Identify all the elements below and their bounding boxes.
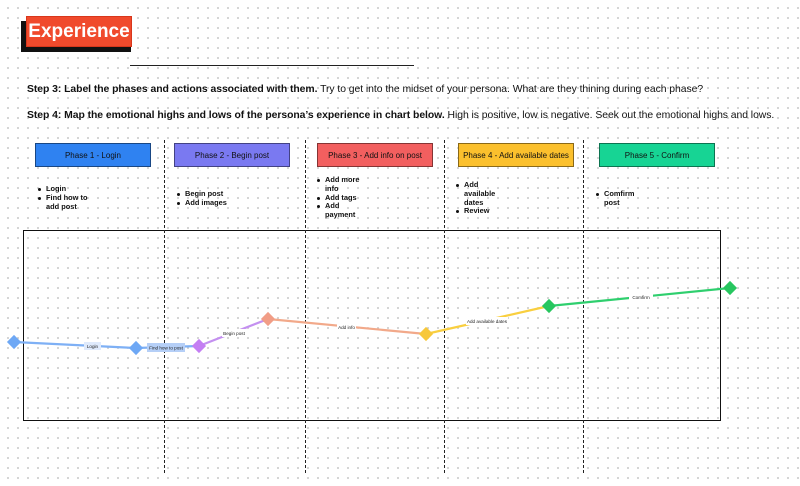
label-find-how: Find how to post xyxy=(149,346,183,351)
marker-begin-post xyxy=(260,311,276,327)
label-add-dates: Add available dates xyxy=(467,319,508,324)
label-confirm: Comfirm xyxy=(632,295,650,300)
marker-find-how xyxy=(191,338,207,354)
label-login: Login xyxy=(87,344,99,349)
marker-add-info xyxy=(418,326,434,342)
label-add-info: Add info xyxy=(338,325,355,330)
marker-start xyxy=(6,334,22,350)
marker-confirm xyxy=(722,280,738,296)
segment-login xyxy=(13,340,137,350)
marker-add-dates xyxy=(541,298,557,314)
marker-login xyxy=(128,340,144,356)
emotion-curve: Login Find how to post Begin post Add in… xyxy=(6,280,738,356)
label-begin-post: Begin post xyxy=(223,331,245,336)
